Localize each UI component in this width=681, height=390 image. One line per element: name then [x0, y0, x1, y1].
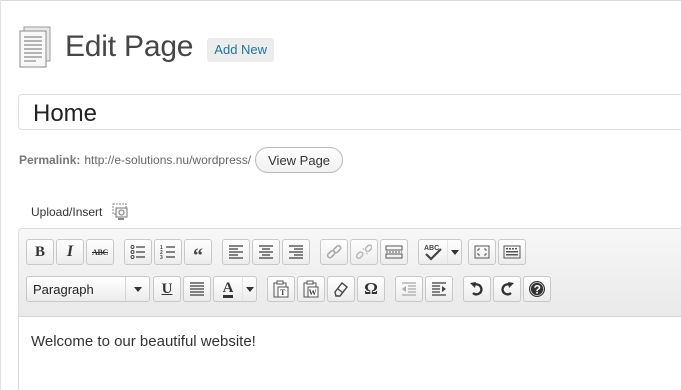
link-button[interactable]	[320, 239, 348, 265]
frame-top-border	[0, 0, 681, 1]
unlink-button[interactable]	[350, 239, 378, 265]
indent-button[interactable]	[425, 276, 453, 302]
special-character-button[interactable]: Ω	[357, 276, 385, 302]
numbered-list-icon: 123	[160, 245, 175, 260]
text-color-button[interactable]: A	[213, 276, 257, 302]
chevron-down-icon	[125, 277, 149, 301]
help-icon: ?	[529, 281, 545, 297]
paste-text-icon: T	[273, 280, 289, 298]
help-button[interactable]: ?	[523, 276, 551, 302]
editor-content[interactable]: Welcome to our beautiful website!	[19, 317, 681, 350]
align-right-icon	[289, 245, 303, 259]
bullet-list-button[interactable]	[124, 239, 152, 265]
add-new-button[interactable]: Add New	[207, 37, 275, 62]
blockquote-icon: “	[193, 245, 203, 267]
redo-icon	[501, 282, 514, 296]
eraser-icon	[334, 282, 348, 297]
justify-icon	[190, 282, 204, 296]
add-media-icon[interactable]	[110, 203, 130, 221]
editor: B I ABC 123 “ ABC Paragraph U A T W Ω ? …	[18, 228, 681, 390]
fullscreen-button[interactable]	[468, 239, 496, 265]
format-select-value: Paragraph	[33, 281, 94, 297]
bold-button[interactable]: B	[26, 239, 54, 265]
pages-icon	[18, 26, 54, 68]
permalink-label: Permalink:	[19, 153, 81, 167]
spellcheck-icon: ABC	[424, 245, 442, 261]
paste-word-icon: W	[303, 280, 319, 298]
align-center-button[interactable]	[252, 239, 280, 265]
editor-paragraph: Welcome to our beautiful website!	[31, 333, 256, 350]
paste-text-button[interactable]: T	[267, 276, 295, 302]
bullet-list-icon	[130, 245, 145, 259]
permalink-bar: Permalink: http://e-solutions.nu/wordpre…	[19, 146, 344, 174]
justify-button[interactable]	[183, 276, 211, 302]
outdent-button[interactable]	[395, 276, 423, 302]
frame-left-border	[0, 0, 1, 390]
svg-text:W: W	[309, 288, 317, 297]
kitchen-sink-button[interactable]	[498, 239, 526, 265]
clear-formatting-button[interactable]	[327, 276, 355, 302]
title-input[interactable]	[18, 94, 681, 130]
toolbar-row-2: Paragraph U A T W Ω ?	[26, 272, 681, 306]
align-right-button[interactable]	[282, 239, 310, 265]
underline-icon: U	[161, 280, 173, 297]
blockquote-button[interactable]: “	[184, 239, 212, 267]
svg-text:T: T	[280, 288, 286, 297]
upload-insert-label: Upload/Insert	[31, 205, 103, 219]
omega-icon: Ω	[364, 279, 378, 298]
indent-icon	[432, 282, 446, 296]
more-tag-button[interactable]	[380, 239, 408, 265]
svg-text:?: ?	[534, 283, 541, 297]
undo-icon	[470, 282, 483, 296]
more-tag-icon	[385, 245, 403, 259]
italic-button[interactable]: I	[56, 239, 84, 265]
view-page-button[interactable]: View Page	[255, 147, 344, 173]
underline-button[interactable]: U	[153, 276, 181, 302]
page-header: Edit Page Add New	[18, 24, 275, 70]
kitchen-sink-icon	[503, 245, 521, 259]
permalink-url[interactable]: http://e-solutions.nu/wordpress/	[84, 153, 251, 167]
strikethrough-button[interactable]: ABC	[86, 239, 114, 265]
svg-text:ABC: ABC	[424, 245, 439, 252]
bold-icon: B	[34, 243, 45, 260]
outdent-icon	[402, 282, 416, 296]
spellcheck-dropdown-icon[interactable]	[447, 240, 461, 264]
align-left-icon	[229, 245, 243, 259]
strikethrough-icon: ABC	[92, 247, 108, 257]
fullscreen-icon	[474, 245, 490, 259]
format-select[interactable]: Paragraph	[26, 276, 150, 302]
numbered-list-button[interactable]: 123	[154, 239, 182, 265]
unlink-icon	[356, 244, 372, 260]
paste-word-button[interactable]: W	[297, 276, 325, 302]
text-color-icon: A	[222, 279, 234, 298]
upload-insert: Upload/Insert	[31, 203, 130, 221]
text-color-dropdown-icon[interactable]	[242, 277, 256, 301]
undo-button[interactable]	[463, 276, 491, 302]
page-title: Edit Page	[65, 30, 194, 63]
italic-icon: I	[66, 243, 74, 260]
editor-toolbar: B I ABC 123 “ ABC Paragraph U A T W Ω ?	[19, 229, 681, 317]
align-center-icon	[259, 245, 273, 259]
svg-text:3: 3	[160, 255, 163, 260]
spellcheck-button[interactable]: ABC	[418, 239, 462, 265]
link-icon	[326, 244, 342, 259]
redo-button[interactable]	[493, 276, 521, 302]
align-left-button[interactable]	[222, 239, 250, 265]
toolbar-row-1: B I ABC 123 “ ABC	[26, 235, 681, 269]
